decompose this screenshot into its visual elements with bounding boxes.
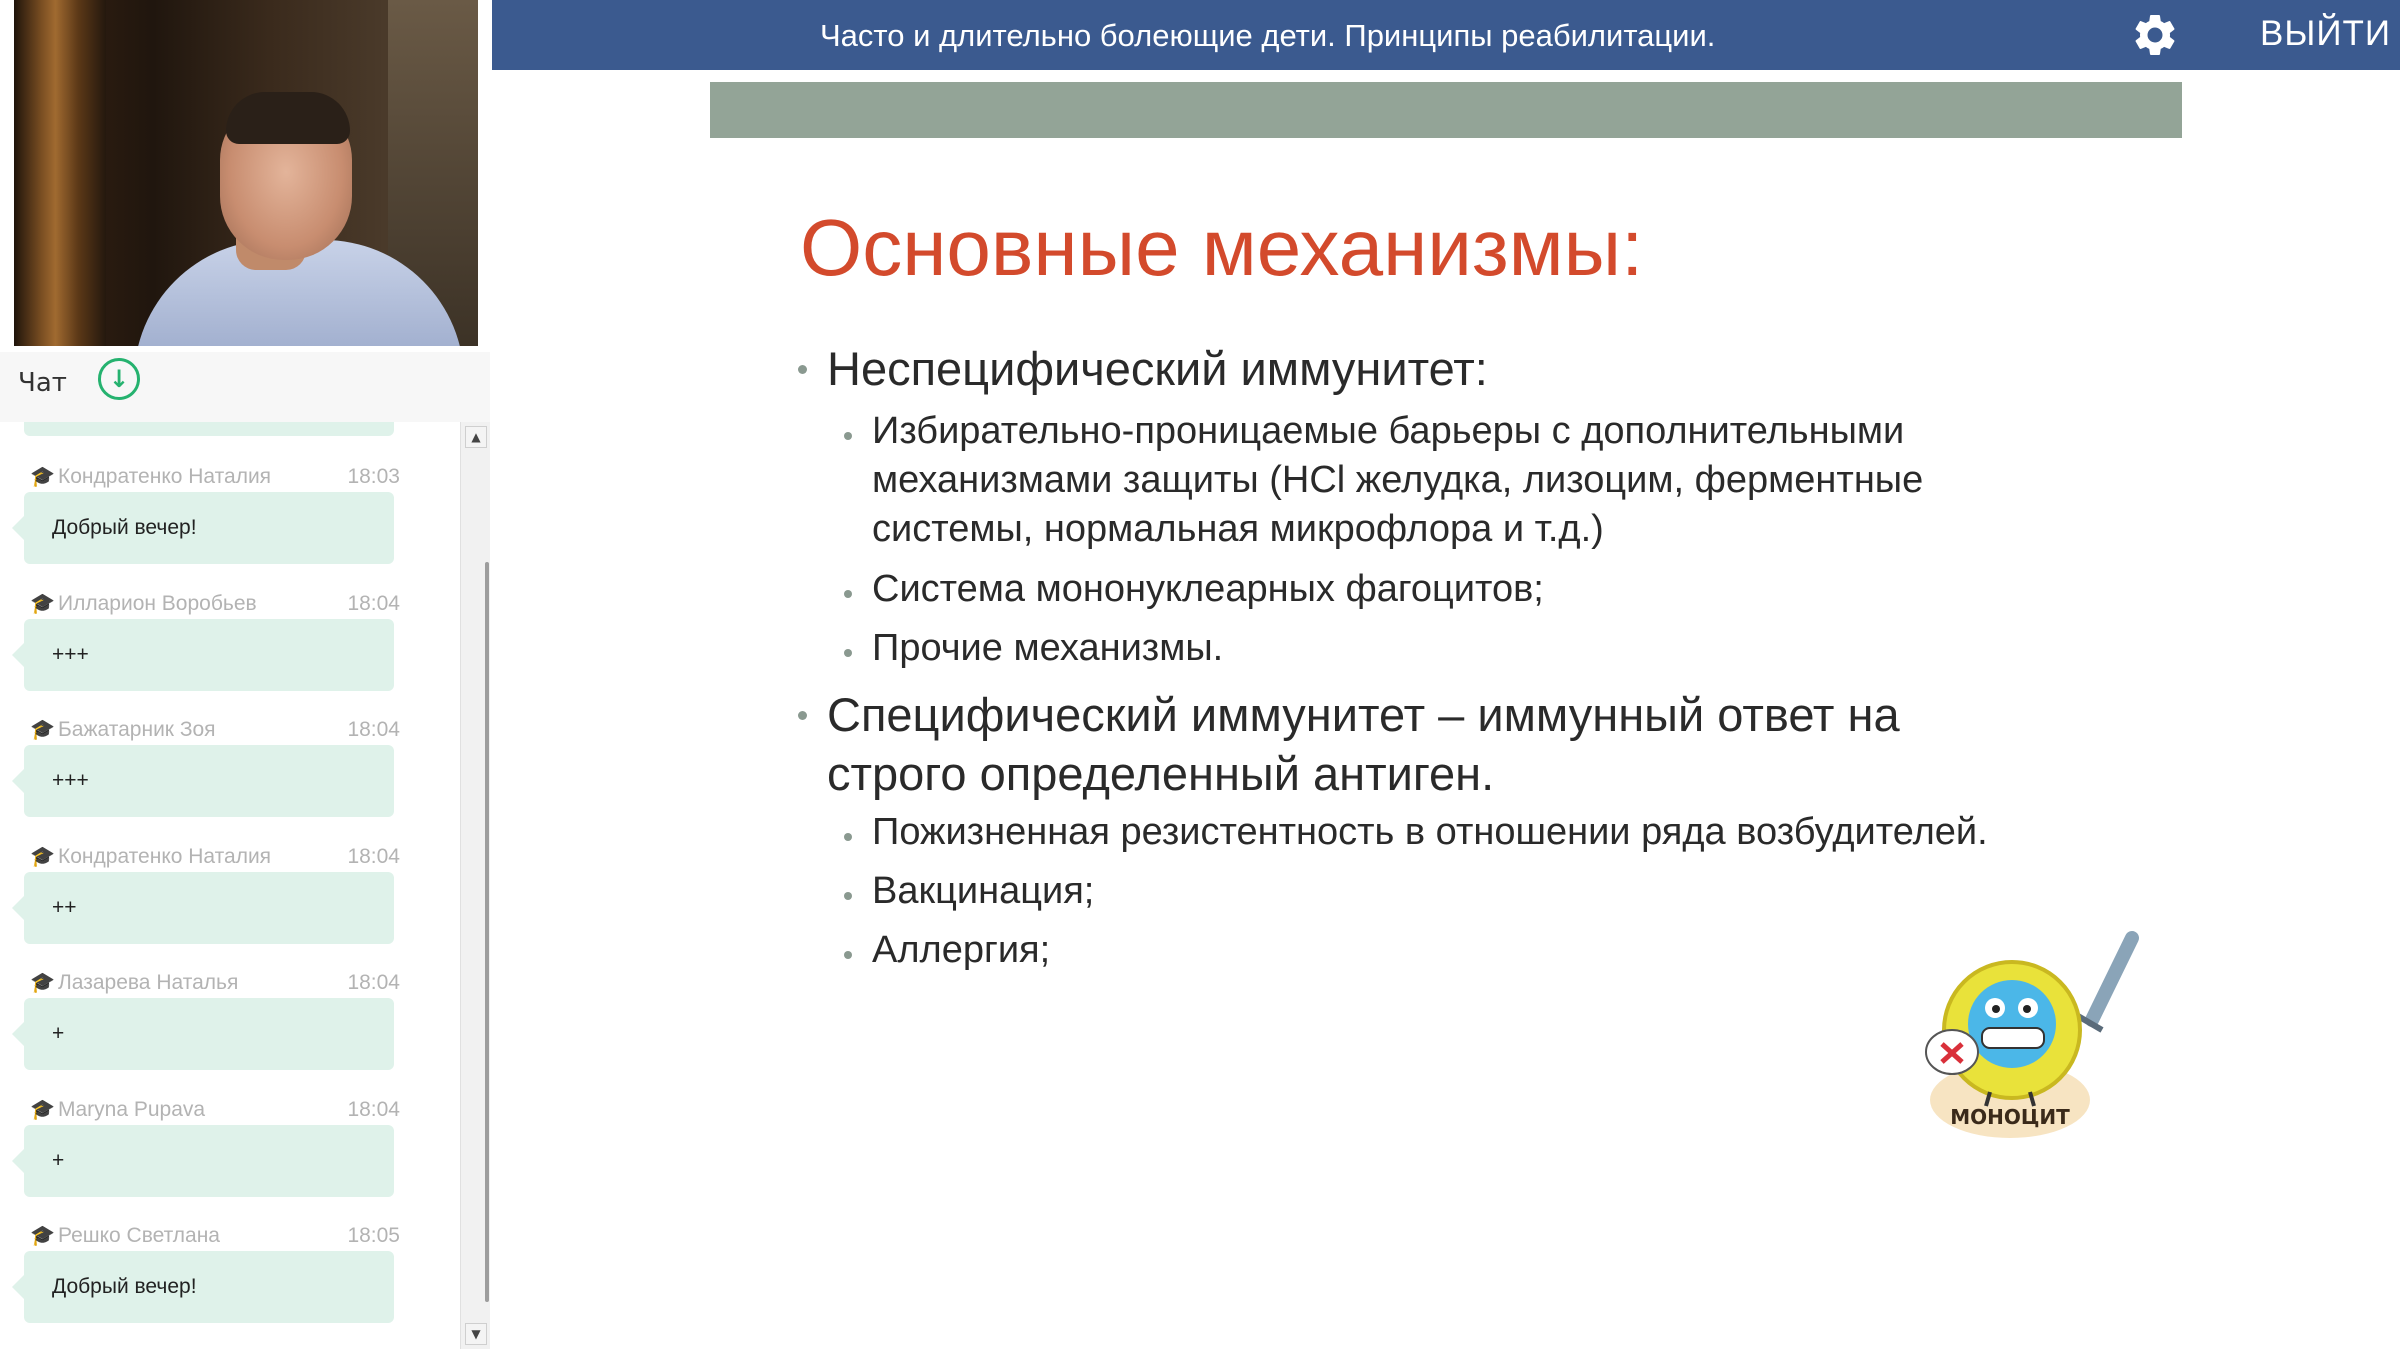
chat-message-text: Добрый вечер! xyxy=(12,1251,394,1323)
presenter-video[interactable] xyxy=(14,0,478,346)
chat-message-text: ++ xyxy=(12,872,394,944)
chat-message: 🎓 Кондратенко Наталия 18:04 ++ xyxy=(12,842,400,962)
chat-message-list[interactable]: 🎓 Кондратенко Наталия 18:03 Добрый вечер!… xyxy=(0,422,460,1349)
graduation-cap-icon: 🎓 xyxy=(30,1099,55,1121)
chat-message: 🎓 Илларион Воробьев 18:04 +++ xyxy=(12,589,400,709)
chat-message-time: 18:05 xyxy=(347,1224,400,1247)
presenter-hair xyxy=(226,92,350,144)
slide-subbullet: Система мононуклеарных фагоцитов; xyxy=(872,568,1544,610)
chat-message: 🎓 Решко Светлана 18:05 Добрый вечер! xyxy=(12,1221,400,1341)
graduation-cap-icon: 🎓 xyxy=(30,593,55,615)
chat-message-text: + xyxy=(12,998,394,1070)
bullet-dot xyxy=(844,951,852,959)
chat-message-text: +++ xyxy=(12,745,394,817)
chat-message-text: +++ xyxy=(12,619,394,691)
chat-message-time: 18:04 xyxy=(347,718,400,741)
bullet-dot xyxy=(844,590,852,598)
scroll-thumb[interactable] xyxy=(485,562,489,1302)
chat-message-text: + xyxy=(12,1125,394,1197)
slide-bullet-line: строго определенный антиген. xyxy=(827,747,1495,800)
bullet-dot xyxy=(844,892,852,900)
bullet-dot xyxy=(844,649,852,657)
bullet-dot xyxy=(844,432,852,440)
slide-subbullet: Вакцинация; xyxy=(872,870,1095,912)
graduation-cap-icon: 🎓 xyxy=(30,719,55,741)
graduation-cap-icon: 🎓 xyxy=(30,466,55,488)
slide-subbullet-line: системы, нормальная микрофлора и т.д.) xyxy=(872,508,1604,550)
chat-message-meta: 🎓 Кондратенко Наталия 18:04 xyxy=(30,842,400,872)
chat-message: 🎓 Бажатарник Зоя 18:04 +++ xyxy=(12,715,400,835)
mascot-caption: МОНОЦИТ xyxy=(1950,1105,2070,1129)
slide-heading: Основные механизмы: xyxy=(800,203,1644,292)
video-background-door xyxy=(14,0,106,346)
chat-message-author: Кондратенко Наталия xyxy=(58,845,272,868)
presentation-slide: Основные механизмы: Неспецифический имму… xyxy=(710,82,2182,1282)
slide-bullet: Неспецифический иммунитет: xyxy=(827,342,1488,395)
chat-title: Чат xyxy=(18,368,67,398)
top-bar: Часто и длительно болеющие дети. Принцип… xyxy=(492,0,2400,70)
chat-message-author: Кондратенко Наталия xyxy=(58,465,272,488)
webinar-title: Часто и длительно болеющие дети. Принцип… xyxy=(820,18,1716,53)
chat-message-time: 18:04 xyxy=(347,1098,400,1121)
chat-message-author: Лазарева Наталья xyxy=(58,971,239,994)
chat-message-meta: 🎓 Maryna Pupava 18:04 xyxy=(30,1095,400,1125)
bullet-dot xyxy=(798,365,807,374)
monocyte-mascot-illustration: МОНОЦИТ xyxy=(1925,931,2139,1138)
chat-message-time: 18:03 xyxy=(347,465,400,488)
chat-message: 🎓 Лазарева Наталья 18:04 + xyxy=(12,968,400,1088)
chat-message-meta: 🎓 Решко Светлана 18:05 xyxy=(30,1221,400,1251)
slide-subbullet: Аллергия; xyxy=(872,929,1051,971)
chat-message-partial xyxy=(24,422,394,436)
slide-subbullet: Прочие механизмы. xyxy=(872,627,1224,669)
slide-header-band xyxy=(710,82,2182,138)
scroll-up-arrow-icon[interactable]: ▲ xyxy=(465,426,487,448)
chat-message-author: Илларион Воробьев xyxy=(58,592,257,615)
chat-message-text: Добрый вечер! xyxy=(12,492,394,564)
chat-message-meta: 🎓 Кондратенко Наталия 18:03 xyxy=(30,462,400,492)
chat-header: Чат xyxy=(0,352,490,422)
chat-message: 🎓 Кондратенко Наталия 18:03 Добрый вечер! xyxy=(12,462,400,582)
arrow-down-circle-icon[interactable]: ↓ xyxy=(98,358,140,400)
graduation-cap-icon: 🎓 xyxy=(30,846,55,868)
slide-subbullet: Пожизненная резистентность в отношении р… xyxy=(872,811,1988,853)
chat-message-author: Решко Светлана xyxy=(58,1224,220,1247)
chat-message-time: 18:04 xyxy=(347,971,400,994)
bullet-dot xyxy=(844,833,852,841)
gear-icon[interactable] xyxy=(2130,10,2180,60)
slide-bullet-line: Специфический иммунитет – иммунный ответ… xyxy=(827,688,1900,741)
chat-message: 🎓 Maryna Pupava 18:04 + xyxy=(12,1095,400,1215)
chat-message-meta: 🎓 Лазарева Наталья 18:04 xyxy=(30,968,400,998)
chat-scrollbar[interactable]: ▲ ▼ xyxy=(460,422,490,1349)
bullet-dot xyxy=(798,711,807,720)
slide-subbullet-line: Избирательно-проницаемые барьеры с допол… xyxy=(872,410,1905,452)
chat-message-author: Maryna Pupava xyxy=(58,1098,206,1121)
slide-subbullet-line: механизмами защиты (HCl желудка, лизоцим… xyxy=(872,459,1924,501)
graduation-cap-icon: 🎓 xyxy=(30,1225,55,1247)
logout-button[interactable]: ВЫЙТИ xyxy=(2260,14,2391,54)
left-panel: Чат ↓ 🎓 Кондратенко Наталия 18:03 Добрый … xyxy=(0,0,490,1349)
chat-message-meta: 🎓 Бажатарник Зоя 18:04 xyxy=(30,715,400,745)
chat-message-time: 18:04 xyxy=(347,845,400,868)
chat-message-author: Бажатарник Зоя xyxy=(58,718,216,741)
scroll-down-arrow-icon[interactable]: ▼ xyxy=(465,1323,487,1345)
chat-message-time: 18:04 xyxy=(347,592,400,615)
chat-message-meta: 🎓 Илларион Воробьев 18:04 xyxy=(30,589,400,619)
graduation-cap-icon: 🎓 xyxy=(30,972,55,994)
